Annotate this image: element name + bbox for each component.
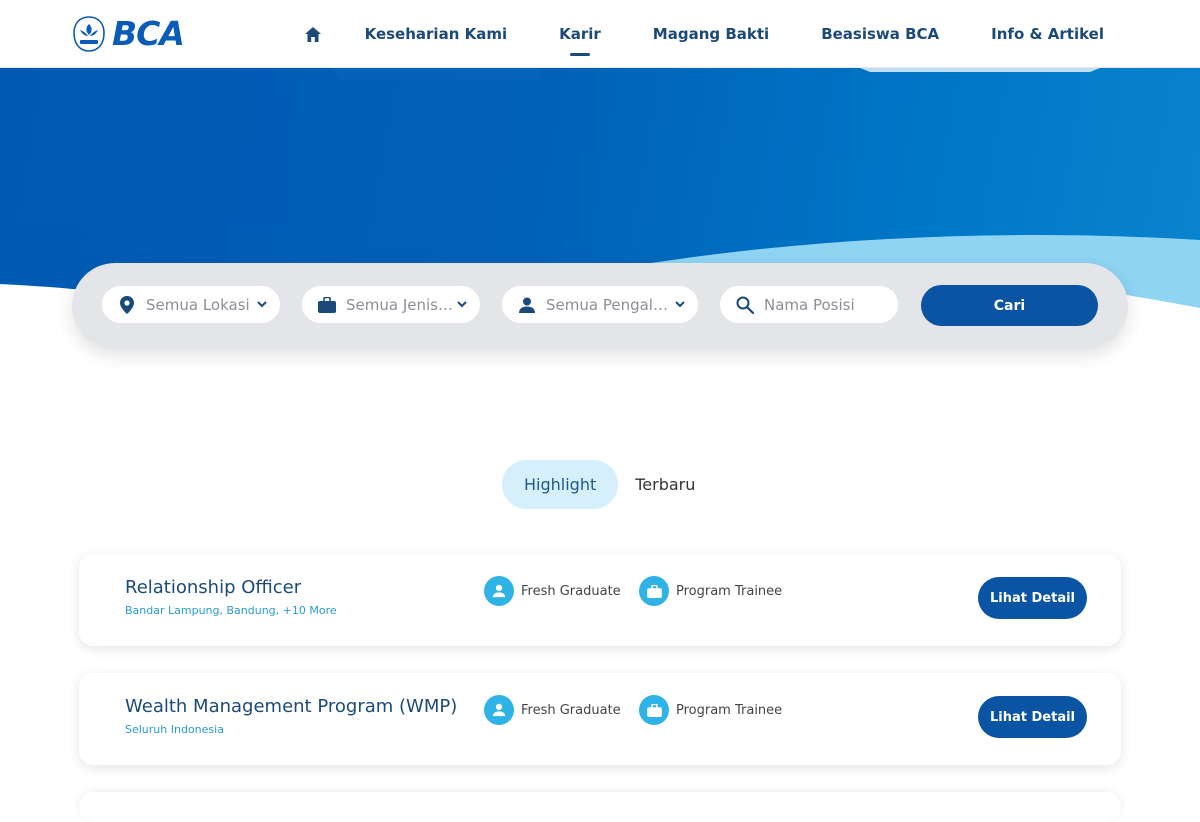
brand-name: BCA	[112, 14, 185, 53]
briefcase-icon	[639, 695, 669, 725]
job-type-select[interactable]: Semua Jenis Lowongan	[302, 286, 480, 323]
view-detail-button[interactable]: Lihat Detail	[978, 577, 1087, 619]
job-title[interactable]: Wealth Management Program (WMP)	[125, 696, 457, 717]
job-type-tag-label: Program Trainee	[676, 702, 783, 718]
job-locations: Bandar Lampung, Bandung, +10 More	[125, 604, 337, 617]
bca-logo-icon	[73, 15, 105, 52]
briefcase-icon	[639, 576, 669, 606]
tab-terbaru[interactable]: Terbaru	[618, 460, 717, 509]
tab-highlight[interactable]: Highlight	[502, 460, 619, 509]
experience-select-value: Semua Pengalaman	[546, 295, 676, 314]
home-icon[interactable]	[303, 24, 323, 44]
main-nav: Keseharian Kami Karir Magang Bakti Beasi…	[303, 0, 1104, 68]
briefcase-icon	[318, 296, 336, 314]
nav-item-karir[interactable]: Karir	[559, 25, 601, 56]
nav-item-keseharian-kami[interactable]: Keseharian Kami	[365, 25, 508, 43]
position-search-input[interactable]	[764, 295, 884, 314]
experience-tag-label: Fresh Graduate	[521, 702, 621, 718]
location-select[interactable]: Semua Lokasi	[102, 286, 280, 323]
person-icon	[484, 576, 514, 606]
job-search-bar: Semua Lokasi Semua Jenis Lowongan Semua …	[72, 263, 1128, 349]
chevron-down-icon	[675, 301, 685, 308]
search-button[interactable]: Cari	[921, 285, 1098, 326]
map-pin-icon	[118, 295, 136, 314]
site-header: BCA Keseharian Kami Karir Magang Bakti B…	[0, 0, 1200, 68]
job-card: Relationship Officer Bandar Lampung, Ban…	[79, 554, 1121, 646]
job-card-partial	[79, 792, 1121, 822]
person-icon	[484, 695, 514, 725]
job-type-tag: Program Trainee	[639, 695, 782, 725]
experience-tag: Fresh Graduate	[484, 695, 621, 725]
chevron-down-icon	[457, 301, 467, 308]
job-type-select-value: Semua Jenis Lowongan	[346, 295, 454, 314]
job-card: Wealth Management Program (WMP) Seluruh …	[79, 673, 1121, 765]
location-select-value: Semua Lokasi	[146, 295, 250, 314]
nav-item-info-artikel[interactable]: Info & Artikel	[991, 25, 1104, 43]
search-icon	[736, 296, 754, 314]
person-icon	[518, 296, 536, 314]
experience-tag-label: Fresh Graduate	[521, 583, 621, 599]
job-type-tag-label: Program Trainee	[676, 583, 783, 599]
job-title[interactable]: Relationship Officer	[125, 577, 301, 598]
experience-tag: Fresh Graduate	[484, 576, 621, 606]
nav-item-magang-bakti[interactable]: Magang Bakti	[653, 25, 769, 43]
chevron-down-icon	[257, 301, 267, 308]
job-tabs: Highlight Terbaru	[502, 460, 717, 509]
nav-item-beasiswa-bca[interactable]: Beasiswa BCA	[821, 25, 939, 43]
bca-logo[interactable]: BCA	[72, 14, 185, 53]
job-locations: Seluruh Indonesia	[125, 723, 224, 736]
job-type-tag: Program Trainee	[639, 576, 782, 606]
view-detail-button[interactable]: Lihat Detail	[978, 696, 1087, 738]
experience-select[interactable]: Semua Pengalaman	[502, 286, 698, 323]
position-search-field[interactable]	[720, 286, 898, 323]
